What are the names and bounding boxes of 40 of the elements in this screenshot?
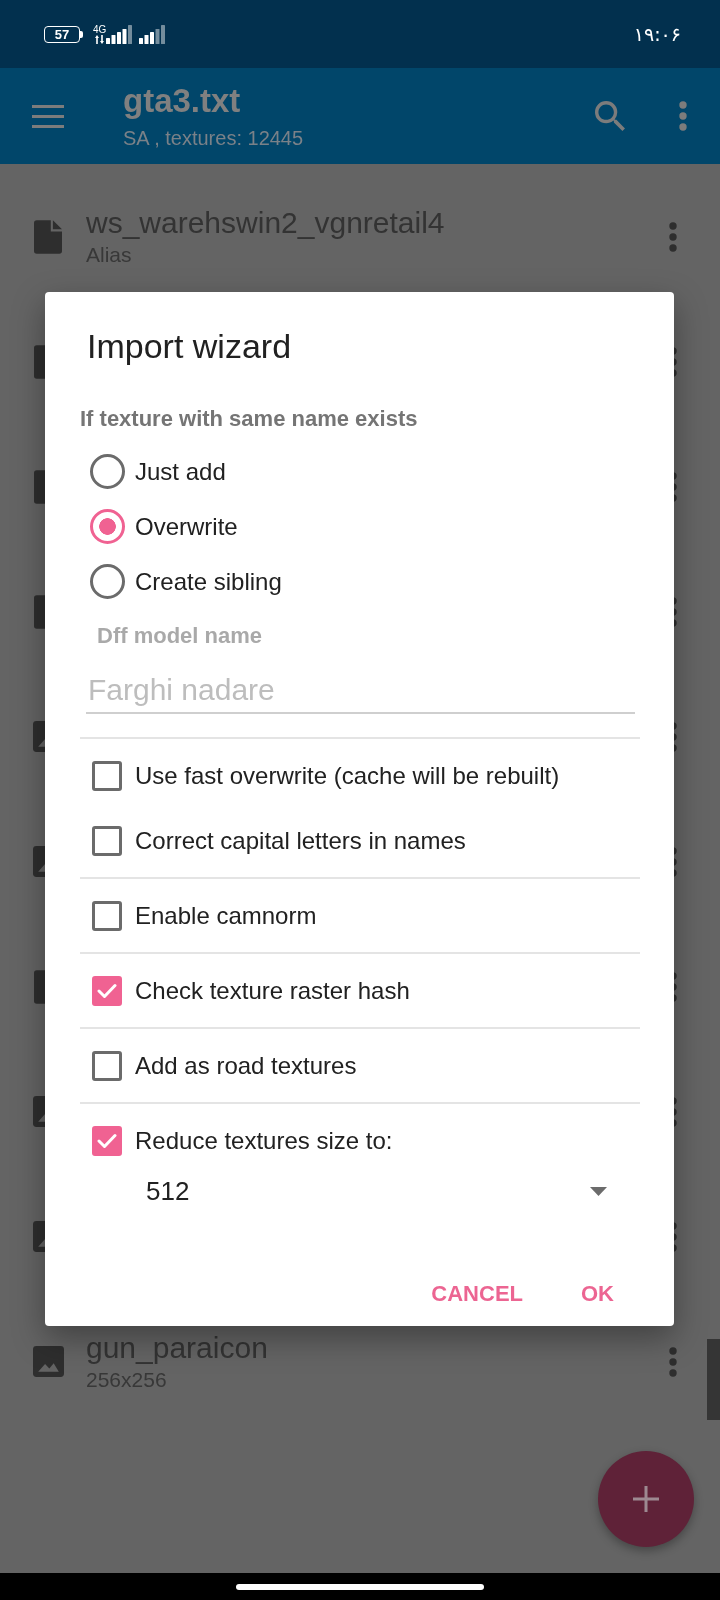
radio-button[interactable] (90, 509, 125, 544)
checkbox-label[interactable]: Check texture raster hash (135, 975, 410, 1006)
search-icon[interactable] (595, 101, 625, 131)
more-options-icon[interactable] (669, 1346, 677, 1377)
checkbox[interactable] (92, 1050, 122, 1081)
plus-icon (633, 1486, 659, 1512)
checkbox[interactable] (92, 900, 122, 931)
caret-icon (590, 1186, 607, 1196)
document-icon (34, 219, 62, 254)
radio-button[interactable] (90, 564, 125, 599)
checkbox-label[interactable]: Add as road textures (135, 1050, 357, 1081)
checkbox[interactable] (92, 825, 122, 856)
option-label[interactable]: Just add (135, 456, 226, 487)
checkbox-label[interactable]: Use fast overwrite (cache will be rebuilt) (135, 760, 560, 791)
check-icon (97, 1132, 117, 1149)
checkbox-label[interactable]: Correct capital letters in names (135, 825, 466, 856)
section-label: If texture with same name exists (80, 405, 418, 433)
clock-time: ۱۹:۰۶ (633, 22, 681, 46)
field-label: Dff model name (97, 623, 263, 649)
more-options-icon[interactable] (669, 221, 677, 252)
toolbar-title: gta3.txt (123, 80, 241, 121)
checkbox[interactable] (92, 760, 122, 791)
option-label[interactable]: Create sibling (135, 566, 282, 597)
size-select[interactable]: 512 (135, 1173, 615, 1209)
menu-icon[interactable] (32, 104, 64, 128)
network-type-label: 4G (93, 24, 107, 35)
dialog-title: Import wizard (87, 326, 292, 366)
toolbar-subtitle: SA , textures: 12445 (123, 125, 304, 151)
radio-button[interactable] (90, 454, 125, 489)
option-label[interactable]: Overwrite (135, 511, 238, 542)
checkbox[interactable] (92, 975, 122, 1006)
checkbox[interactable] (92, 1125, 122, 1156)
signal-bars-icon (139, 24, 166, 44)
checkbox-label[interactable]: Enable camnorm (135, 900, 317, 931)
checkbox-label[interactable]: Reduce textures size to: (135, 1125, 393, 1156)
battery-indicator: 57 (44, 25, 83, 43)
signal-bars-icon (106, 24, 133, 44)
more-options-icon[interactable] (679, 101, 687, 131)
check-icon (97, 982, 117, 999)
image-icon (32, 1346, 64, 1377)
